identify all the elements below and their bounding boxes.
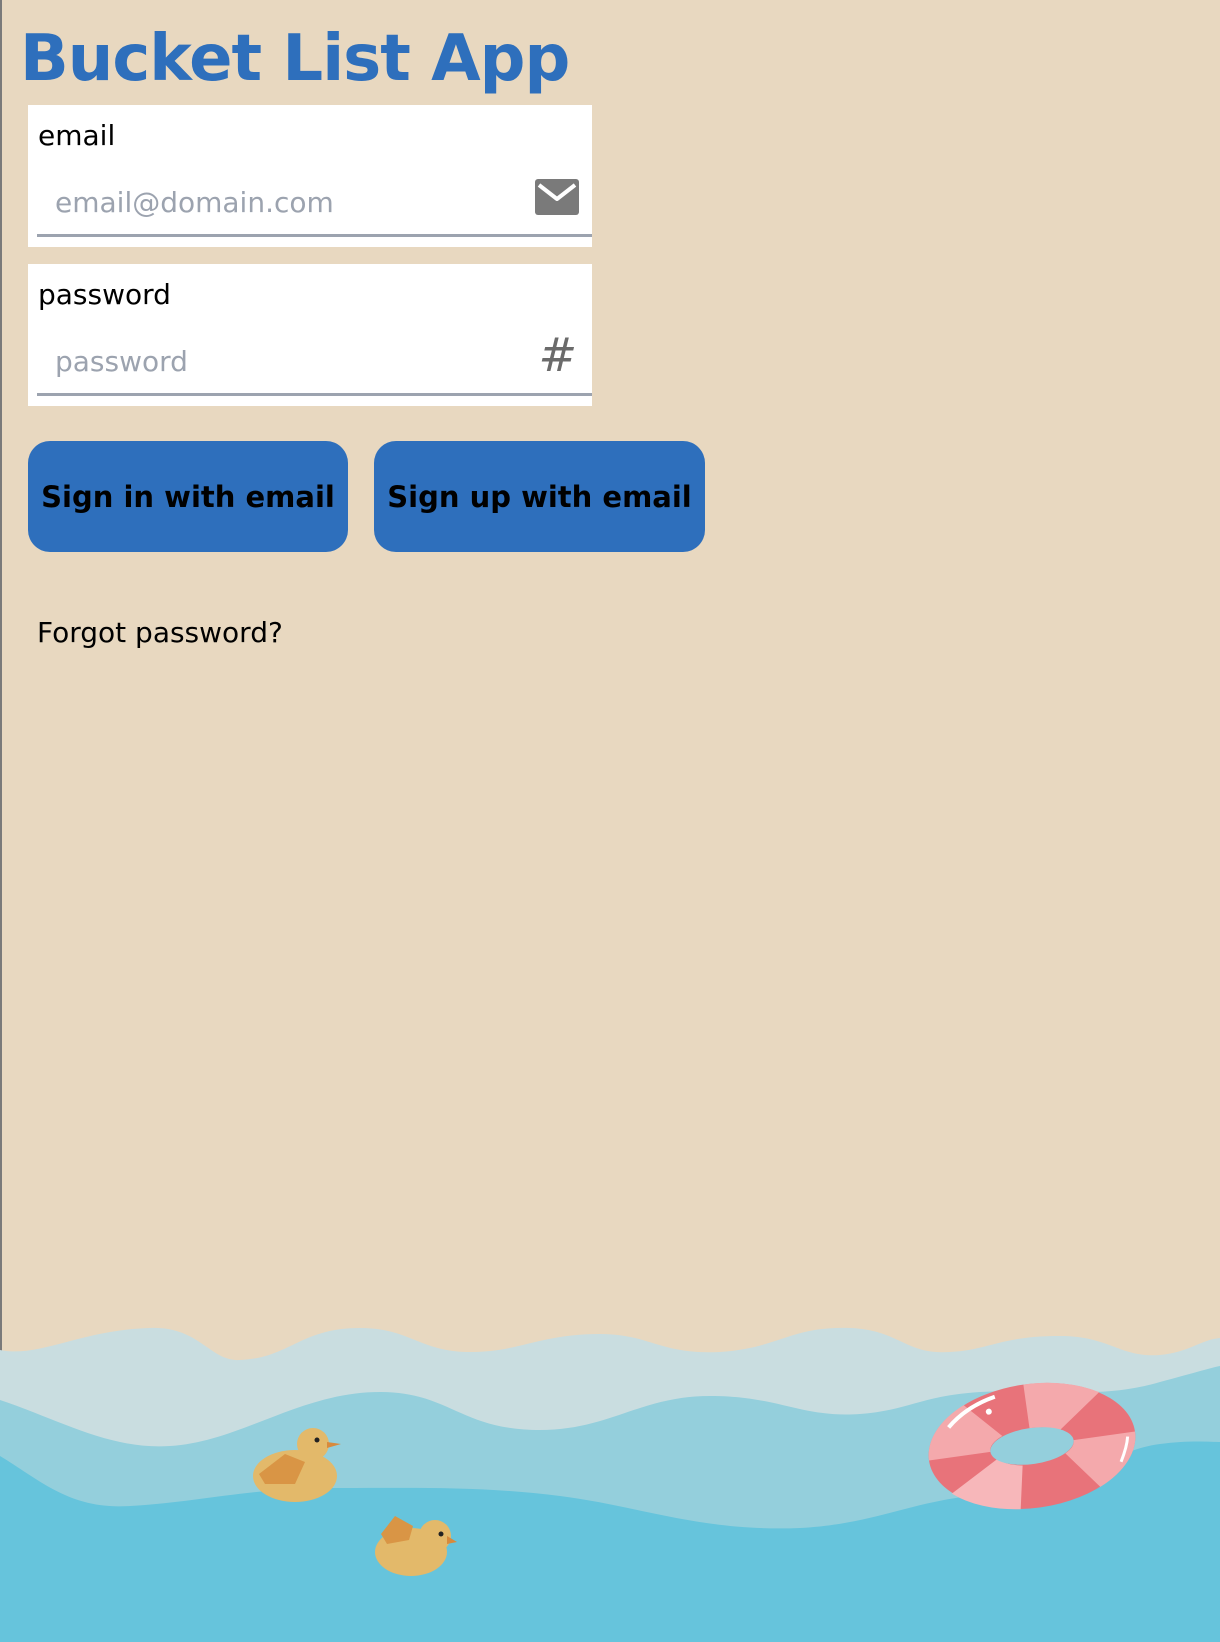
sign-in-button[interactable]: Sign in with email [28,441,348,552]
password-input[interactable] [37,330,592,396]
password-label: password [38,278,171,311]
email-label: email [38,119,116,152]
sign-up-button[interactable]: Sign up with email [374,441,705,552]
hash-icon: # [538,328,577,382]
email-field-card: email [28,105,592,247]
password-field-card: password # [28,264,592,406]
water-scene-illustration [0,1327,1220,1642]
app-title: Bucket List App [20,22,570,96]
mail-icon [535,179,579,215]
email-input[interactable] [37,171,592,237]
forgot-password-link[interactable]: Forgot password? [37,616,283,649]
